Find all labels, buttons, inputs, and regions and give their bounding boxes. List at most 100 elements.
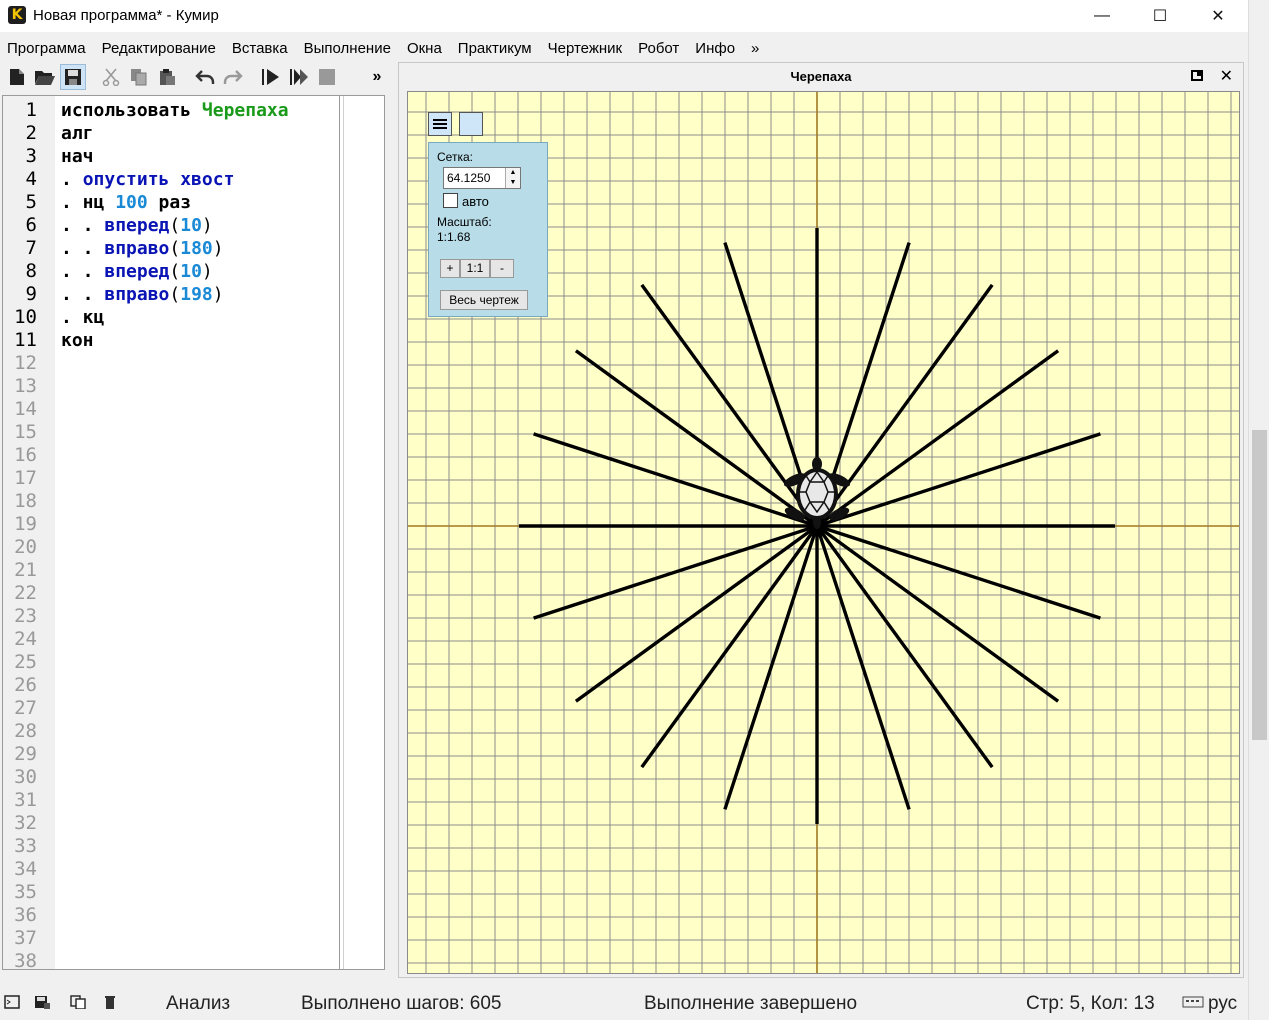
- stop-button[interactable]: [314, 64, 340, 90]
- menu-info[interactable]: Инфо: [695, 40, 735, 57]
- screen-scrollbar[interactable]: [1248, 0, 1269, 1020]
- panel-color-button[interactable]: [459, 112, 483, 136]
- run-button[interactable]: [258, 64, 284, 90]
- menu-windows[interactable]: Окна: [407, 40, 442, 57]
- menu-edit[interactable]: Редактирование: [102, 40, 216, 57]
- menu-bar: Программа Редактирование Вставка Выполне…: [0, 36, 1248, 60]
- code-token: ): [201, 215, 213, 236]
- toolbar-more-button[interactable]: »: [364, 64, 390, 90]
- paste-icon: [160, 69, 175, 85]
- auto-checkbox[interactable]: [443, 193, 458, 208]
- status-bar: Анализ Выполнено шагов: 605 Выполнение з…: [0, 985, 1248, 1020]
- turtle-canvas[interactable]: Сетка: 64.1250 ▲ ▼ авто Масштаб: 1:1.68 +…: [407, 91, 1240, 974]
- line-number: 36: [14, 904, 37, 926]
- menu-robot[interactable]: Робот: [638, 40, 679, 57]
- code-token: ): [212, 284, 224, 305]
- clear-output-icon[interactable]: [102, 995, 118, 1009]
- stop-icon: [319, 69, 335, 85]
- code-token: использовать: [61, 100, 202, 121]
- close-button[interactable]: ✕: [1189, 0, 1247, 32]
- step-run-button[interactable]: [286, 64, 312, 90]
- zoom-reset-button[interactable]: 1:1: [460, 259, 490, 278]
- float-window-icon[interactable]: [1191, 70, 1203, 81]
- code-token: вправо: [104, 238, 170, 259]
- line-number: 1: [25, 99, 37, 121]
- redo-button[interactable]: [220, 64, 246, 90]
- maximize-icon: ☐: [1152, 8, 1168, 25]
- save-button[interactable]: [60, 64, 86, 90]
- maximize-button[interactable]: ☐: [1131, 0, 1189, 32]
- scale-label: Масштаб:: [437, 215, 492, 229]
- save-output-icon[interactable]: [34, 995, 50, 1009]
- spin-arrows-icon[interactable]: ▲ ▼: [505, 168, 520, 188]
- code-token: Черепаха: [201, 100, 289, 121]
- code-line[interactable]: . кц: [61, 306, 104, 329]
- steps-status: Выполнено шагов: 605: [301, 993, 502, 1014]
- zoom-out-button[interactable]: -: [490, 259, 514, 278]
- menu-run[interactable]: Выполнение: [304, 40, 391, 57]
- menu-insert[interactable]: Вставка: [232, 40, 288, 57]
- keyboard-language[interactable]: рус: [1208, 993, 1237, 1015]
- panel-menu-button[interactable]: [428, 112, 452, 136]
- menu-drawer[interactable]: Чертежник: [548, 40, 623, 57]
- line-number: 4: [25, 168, 37, 190]
- code-line[interactable]: . . вправо(180): [61, 237, 224, 260]
- line-number: 7: [25, 237, 37, 259]
- console-icon[interactable]: [4, 995, 20, 1009]
- code-token: . нц: [61, 192, 116, 213]
- scale-value: 1:1.68: [437, 230, 471, 244]
- cut-icon: [102, 68, 120, 86]
- code-line[interactable]: кон: [61, 329, 94, 352]
- scrollbar-thumb[interactable]: [1252, 430, 1267, 740]
- line-number: 30: [14, 766, 37, 788]
- zoom-in-button[interactable]: +: [440, 259, 460, 278]
- copy-button[interactable]: [126, 64, 152, 90]
- fit-all-button[interactable]: Весь чертеж: [440, 290, 528, 310]
- new-file-button[interactable]: [4, 64, 30, 90]
- code-editor[interactable]: 1 2 3 4 5 6 7 8 9 10 11 12 13 14 15 16 17 18 19 20 21 22 23 24 2…: [2, 95, 385, 970]
- line-number: 6: [25, 214, 37, 236]
- code-line[interactable]: . нц 100 раз: [61, 191, 191, 214]
- line-number-gutter: 1 2 3 4 5 6 7 8 9 10 11 12 13 14 15 16 17 18 19 20 21 22 23 24 2…: [3, 96, 55, 969]
- line-number: 29: [14, 743, 37, 765]
- line-number: 24: [14, 628, 37, 650]
- line-number: 35: [14, 881, 37, 903]
- code-token: опустить хвост: [82, 169, 235, 190]
- code-token: кон: [61, 330, 94, 351]
- line-number: 37: [14, 927, 37, 949]
- line-number: 11: [14, 329, 37, 351]
- grid-size-spinbox[interactable]: 64.1250 ▲ ▼: [443, 167, 521, 189]
- menu-more[interactable]: »: [751, 40, 759, 57]
- turtle-window-close-button[interactable]: ✕: [1220, 66, 1233, 86]
- minimize-button[interactable]: —: [1073, 0, 1131, 32]
- cut-button[interactable]: [98, 64, 124, 90]
- undo-button[interactable]: [192, 64, 218, 90]
- code-line[interactable]: . . вправо(198): [61, 283, 224, 306]
- code-line[interactable]: . . вперед(10): [61, 214, 213, 237]
- line-number: 32: [14, 812, 37, 834]
- line-number: 21: [14, 559, 37, 581]
- code-token: . .: [61, 215, 105, 236]
- toolbar: »: [0, 62, 392, 92]
- menu-practicum[interactable]: Практикум: [458, 40, 532, 57]
- redo-icon: [223, 70, 243, 84]
- paste-button[interactable]: [154, 64, 180, 90]
- code-line[interactable]: . . вперед(10): [61, 260, 213, 283]
- line-number: 17: [14, 467, 37, 489]
- open-file-button[interactable]: [32, 64, 58, 90]
- hamburger-icon: [433, 119, 447, 129]
- copy-output-icon[interactable]: [70, 995, 86, 1009]
- window-title: Новая программа* - Кумир: [33, 7, 219, 24]
- line-number: 28: [14, 720, 37, 742]
- code-token: . кц: [61, 307, 105, 328]
- code-token: .: [61, 169, 83, 190]
- line-number: 31: [14, 789, 37, 811]
- code-line[interactable]: . опустить хвост: [61, 168, 234, 191]
- copy-icon: [131, 69, 147, 86]
- code-token: ): [212, 238, 224, 259]
- code-line[interactable]: нач: [61, 145, 94, 168]
- code-line[interactable]: алг: [61, 122, 94, 145]
- code-line[interactable]: использовать Черепаха: [61, 99, 289, 122]
- menu-program[interactable]: Программа: [7, 40, 86, 57]
- keyboard-icon: [1182, 996, 1204, 1008]
